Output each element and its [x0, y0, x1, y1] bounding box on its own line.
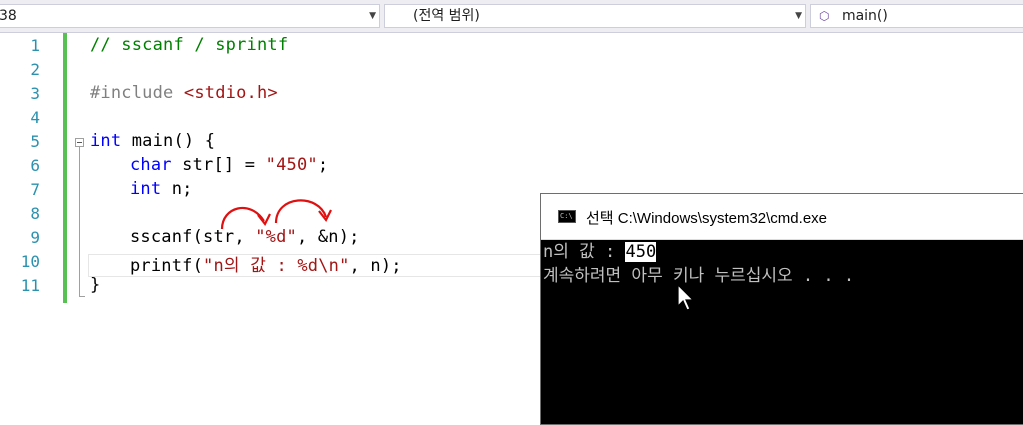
project-dropdown[interactable]: 38 ▼ [0, 4, 380, 28]
console-window[interactable]: C:\ 선택 C:\Windows\system32\cmd.exe n의 값 … [540, 193, 1023, 425]
chevron-down-icon[interactable]: ▼ [795, 5, 802, 27]
console-title-bar[interactable]: C:\ 선택 C:\Windows\system32\cmd.exe [541, 194, 1023, 240]
console-text: n의 값 : [543, 242, 626, 262]
function-dropdown[interactable]: ⬡ main() [810, 4, 1023, 28]
console-line-2: 계속하려면 아무 키나 누르십시오 . . . [543, 266, 855, 286]
scope-dropdown[interactable]: (전역 범위) ▼ [384, 4, 806, 28]
console-title: 선택 C:\Windows\system32\cmd.exe [586, 210, 827, 227]
selected-text: 450 [625, 242, 657, 262]
chevron-down-icon[interactable]: ▼ [369, 5, 376, 27]
navigation-bar: 38 ▼ (전역 범위) ▼ ⬡ main() [0, 0, 1023, 33]
project-dropdown-value: 38 [0, 8, 17, 24]
console-line-1: n의 값 : 450 [543, 240, 1023, 264]
mouse-pointer-icon [677, 284, 695, 311]
handwritten-annotation-arrows [220, 199, 332, 230]
console-output[interactable]: n의 값 : 450 계속하려면 아무 키나 누르십시오 . . . [543, 240, 1023, 424]
function-dropdown-value: main() [841, 8, 888, 24]
cube-icon: ⬡ [819, 9, 830, 23]
cmd-icon: C:\ [558, 210, 576, 223]
fold-guide-end [79, 296, 85, 297]
scope-dropdown-value: (전역 범위) [413, 8, 480, 24]
